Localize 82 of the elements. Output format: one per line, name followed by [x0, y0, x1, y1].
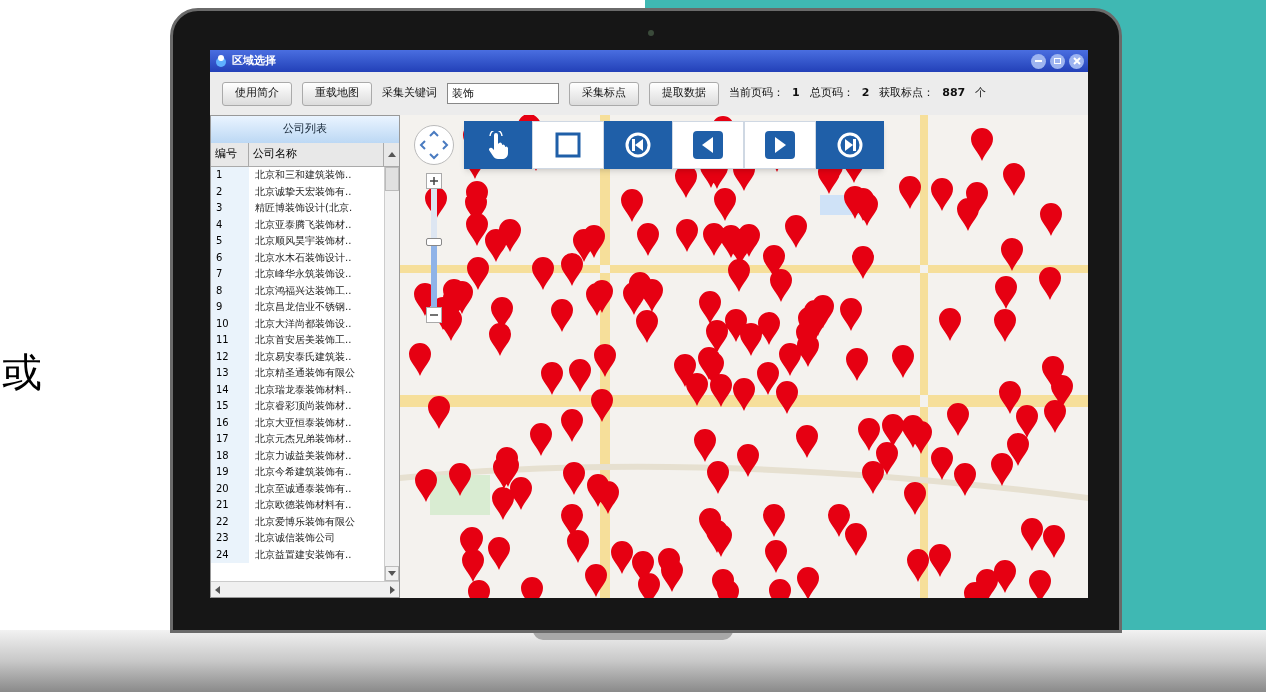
company-name[interactable]: 北京精圣通装饰有限公 [249, 365, 384, 382]
row-number: 7 [211, 266, 249, 283]
zoom-in-button[interactable] [426, 173, 442, 189]
company-name[interactable]: 北京爱博乐装饰有限公 [249, 513, 384, 530]
company-name[interactable]: 精匠博装饰设计(北京. [249, 200, 384, 217]
previous-icon [693, 131, 723, 159]
unit-label: 个 [975, 85, 987, 102]
minus-icon [430, 311, 438, 319]
column-header[interactable]: 公司名称 [249, 143, 384, 166]
row-number: 23 [211, 530, 249, 547]
close-icon [1072, 57, 1081, 65]
zoom-out-button[interactable] [426, 307, 442, 323]
maximize-button[interactable] [1050, 53, 1065, 69]
company-name[interactable]: 北京昌龙信业不锈钢.. [249, 299, 384, 316]
company-name[interactable]: 北京大亚恒泰装饰材.. [249, 414, 384, 431]
list-title: 公司列表 [211, 116, 399, 143]
company-name[interactable]: 北京诚挚天宏装饰有.. [249, 183, 384, 200]
map-tool-button[interactable] [604, 121, 672, 169]
scrollbar-thumb[interactable] [385, 167, 399, 191]
stat-label: 当前页码： [729, 85, 784, 102]
zoom-thumb[interactable] [426, 238, 442, 247]
map-tool-button[interactable] [816, 121, 884, 169]
skip-back-icon [624, 131, 652, 159]
vertical-scrollbar[interactable] [384, 167, 399, 581]
row-number: 5 [211, 233, 249, 250]
row-number: 1 [211, 167, 249, 184]
stat-value: 2 [861, 85, 870, 102]
company-name[interactable]: 北京元杰兄弟装饰材.. [249, 431, 384, 448]
column-header[interactable]: 编号 [211, 143, 249, 166]
company-name[interactable]: 北京力诚益美装饰材.. [249, 447, 384, 464]
stat-value: 1 [792, 85, 800, 102]
row-number: 21 [211, 497, 249, 514]
stat-label: 总页码： [809, 85, 854, 102]
horizontal-scrollbar[interactable] [211, 581, 399, 597]
minimize-button[interactable] [1031, 53, 1046, 69]
close-button[interactable] [1069, 53, 1084, 69]
app-icon [214, 54, 228, 68]
next-icon [765, 131, 795, 159]
row-number: 19 [211, 464, 249, 481]
stat-value: 887 [942, 85, 966, 102]
company-name[interactable]: 北京峰华永筑装饰设.. [249, 266, 384, 283]
zoom-track[interactable] [431, 189, 437, 307]
company-name[interactable]: 北京首安居美装饰工.. [249, 332, 384, 349]
row-number: 9 [211, 299, 249, 316]
row-number: 15 [211, 398, 249, 415]
heading-text: 或 [2, 352, 42, 392]
row-number: 13 [211, 365, 249, 382]
company-name[interactable]: 北京水木石装饰设计.. [249, 249, 384, 266]
toolbar-button[interactable]: 提取数据 [649, 81, 719, 106]
scroll-left-icon[interactable] [215, 585, 220, 594]
company-name[interactable]: 北京鸿福兴达装饰工.. [249, 282, 384, 299]
square-icon [555, 132, 581, 158]
toolbar-button[interactable]: 重载地图 [302, 81, 372, 106]
scroll-up-icon[interactable] [387, 152, 396, 157]
skip-forward-icon [836, 131, 864, 159]
scroll-right-icon[interactable] [390, 585, 395, 594]
company-name[interactable]: 北京瑞龙泰装饰材料.. [249, 381, 384, 398]
company-name[interactable]: 北京睿彩顶尚装饰材.. [249, 398, 384, 415]
company-name[interactable]: 北京欧德装饰材料有.. [249, 497, 384, 514]
company-name[interactable]: 北京至诚通泰装饰有.. [249, 480, 384, 497]
keyword-field[interactable]: 装饰 [447, 83, 559, 104]
window-title: 区域选择 [232, 52, 276, 69]
pan-arrows-icon [419, 130, 449, 160]
keyword-label: 采集关键词 [382, 85, 437, 102]
map-tool-button[interactable] [464, 121, 532, 169]
plus-icon [430, 177, 438, 185]
company-name[interactable]: 北京易安泰氏建筑装.. [249, 348, 384, 365]
row-number: 11 [211, 332, 249, 349]
toolbar-button[interactable]: 使用简介 [222, 81, 292, 106]
row-number: 17 [211, 431, 249, 448]
company-name[interactable]: 北京大洋尚都装饰设.. [249, 315, 384, 332]
stat-label: 获取标点： [879, 85, 935, 102]
company-name[interactable]: 北京诚信装饰公司 [249, 530, 384, 547]
toolbar-button[interactable]: 采集标点 [569, 81, 639, 106]
company-name[interactable]: 北京益置建安装饰有.. [249, 546, 384, 563]
camera-icon [648, 30, 654, 36]
company-name[interactable]: 北京亚泰腾飞装饰材.. [249, 216, 384, 233]
company-name[interactable]: 北京今希建筑装饰有.. [249, 464, 384, 481]
scroll-down-icon[interactable] [388, 571, 396, 576]
company-name[interactable]: 北京和三和建筑装饰.. [249, 167, 384, 184]
row-number: 3 [211, 200, 249, 217]
company-name[interactable]: 北京顺风昊宇装饰材.. [249, 233, 384, 250]
